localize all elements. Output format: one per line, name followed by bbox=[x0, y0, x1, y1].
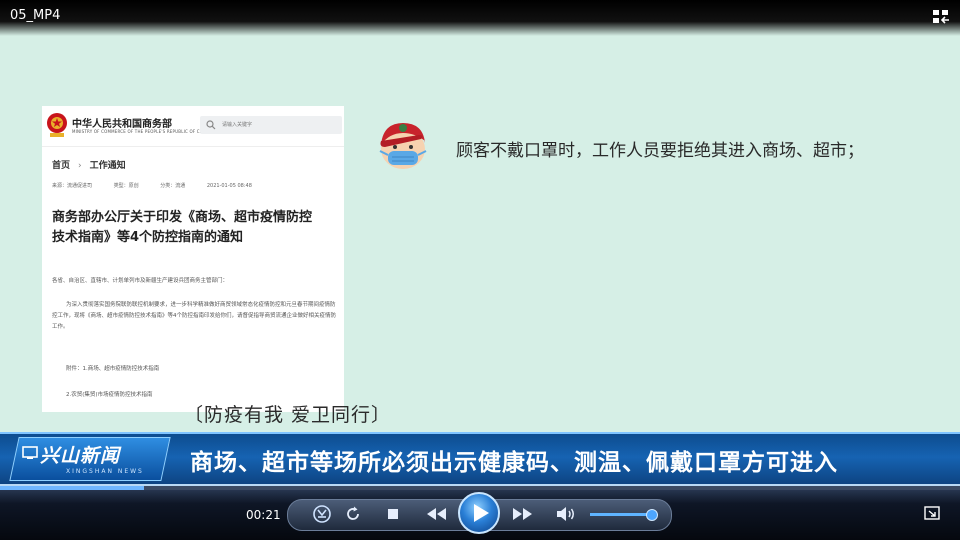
subtitle-caption: 顾客不戴口罩时，工作人员要拒绝其进入商场、超市； bbox=[456, 141, 864, 161]
volume-icon[interactable] bbox=[556, 506, 576, 522]
fullscreen-icon[interactable] bbox=[924, 506, 940, 520]
volume-level bbox=[590, 513, 651, 516]
play-button[interactable] bbox=[458, 492, 500, 534]
news-headline: 商场、超市等场所必须出示健康码、测温、佩戴口罩方可进入 bbox=[190, 450, 838, 476]
seek-bar-progress bbox=[0, 486, 144, 490]
masked-character-icon bbox=[379, 123, 427, 169]
compact-mode-icon[interactable] bbox=[932, 9, 950, 25]
news-logo-text: 兴山新闻 bbox=[40, 445, 121, 467]
document-paragraph-body: 为深入贯彻落实国务院联防联控机制要求，进一步科学精准做好商贸领域常态化疫情防控和… bbox=[52, 302, 337, 330]
tv-icon bbox=[22, 446, 38, 459]
document-screenshot: 中华人民共和国商务部 MINISTRY OF COMMERCE OF THE P… bbox=[42, 106, 344, 412]
document-paragraph-addressees: 各省、自治区、直辖市、计划单列市及新疆生产建设兵团商务主管部门： bbox=[52, 278, 229, 284]
file-title: 05_MP4 bbox=[10, 8, 61, 23]
search-icon bbox=[206, 120, 216, 130]
meta-source: 来源：流通促进司 bbox=[52, 183, 93, 189]
player-title-bar: 05_MP4 bbox=[0, 0, 960, 36]
document-title: 商务部办公厅关于印发《商场、超市疫情防控技术指南》等4个防控指南的通知 bbox=[52, 210, 313, 245]
meta-type: 类型：原创 bbox=[113, 183, 139, 189]
news-logo-english: XINGSHAN NEWS bbox=[66, 468, 144, 475]
document-search-box: 请输入关键字 bbox=[200, 116, 342, 134]
ministry-name: 中华人民共和国商务部 bbox=[72, 119, 172, 130]
clock-icon[interactable] bbox=[312, 504, 332, 524]
breadcrumb-section: 工作通知 bbox=[89, 161, 126, 171]
fast-forward-icon[interactable] bbox=[509, 506, 535, 522]
seek-bar[interactable] bbox=[0, 486, 960, 490]
breadcrumb-separator: › bbox=[78, 161, 82, 171]
breadcrumb-home: 首页 bbox=[52, 161, 71, 171]
repeat-icon[interactable] bbox=[344, 505, 362, 523]
breadcrumb: 首页 › 工作通知 bbox=[52, 158, 126, 171]
document-meta: 来源：流通促进司 类型：原创 分类：流通 2021-01-05 08:48 bbox=[52, 182, 272, 189]
video-frame[interactable]: 中华人民共和国商务部 MINISTRY OF COMMERCE OF THE P… bbox=[0, 0, 960, 540]
slogan-text: 〔防疫有我 爱卫同行〕 bbox=[184, 404, 392, 426]
document-header: 中华人民共和国商务部 MINISTRY OF COMMERCE OF THE P… bbox=[42, 106, 344, 147]
rewind-icon[interactable] bbox=[424, 506, 450, 522]
ministry-english-name: MINISTRY OF COMMERCE OF THE PEOPLE'S REP… bbox=[72, 129, 211, 134]
play-icon bbox=[474, 504, 489, 522]
meta-date: 2021-01-05 08:48 bbox=[206, 183, 252, 189]
stop-icon[interactable] bbox=[386, 507, 400, 521]
current-time: 00:21 bbox=[246, 508, 281, 522]
meta-category: 分类：流通 bbox=[160, 183, 186, 189]
document-search-placeholder: 请输入关键字 bbox=[222, 122, 253, 128]
banner-top-line bbox=[0, 432, 960, 434]
national-emblem-icon bbox=[47, 113, 67, 137]
volume-knob[interactable] bbox=[645, 509, 658, 521]
document-attachment-1: 附件：1.商场、超市疫情防控技术指南 bbox=[66, 366, 160, 372]
